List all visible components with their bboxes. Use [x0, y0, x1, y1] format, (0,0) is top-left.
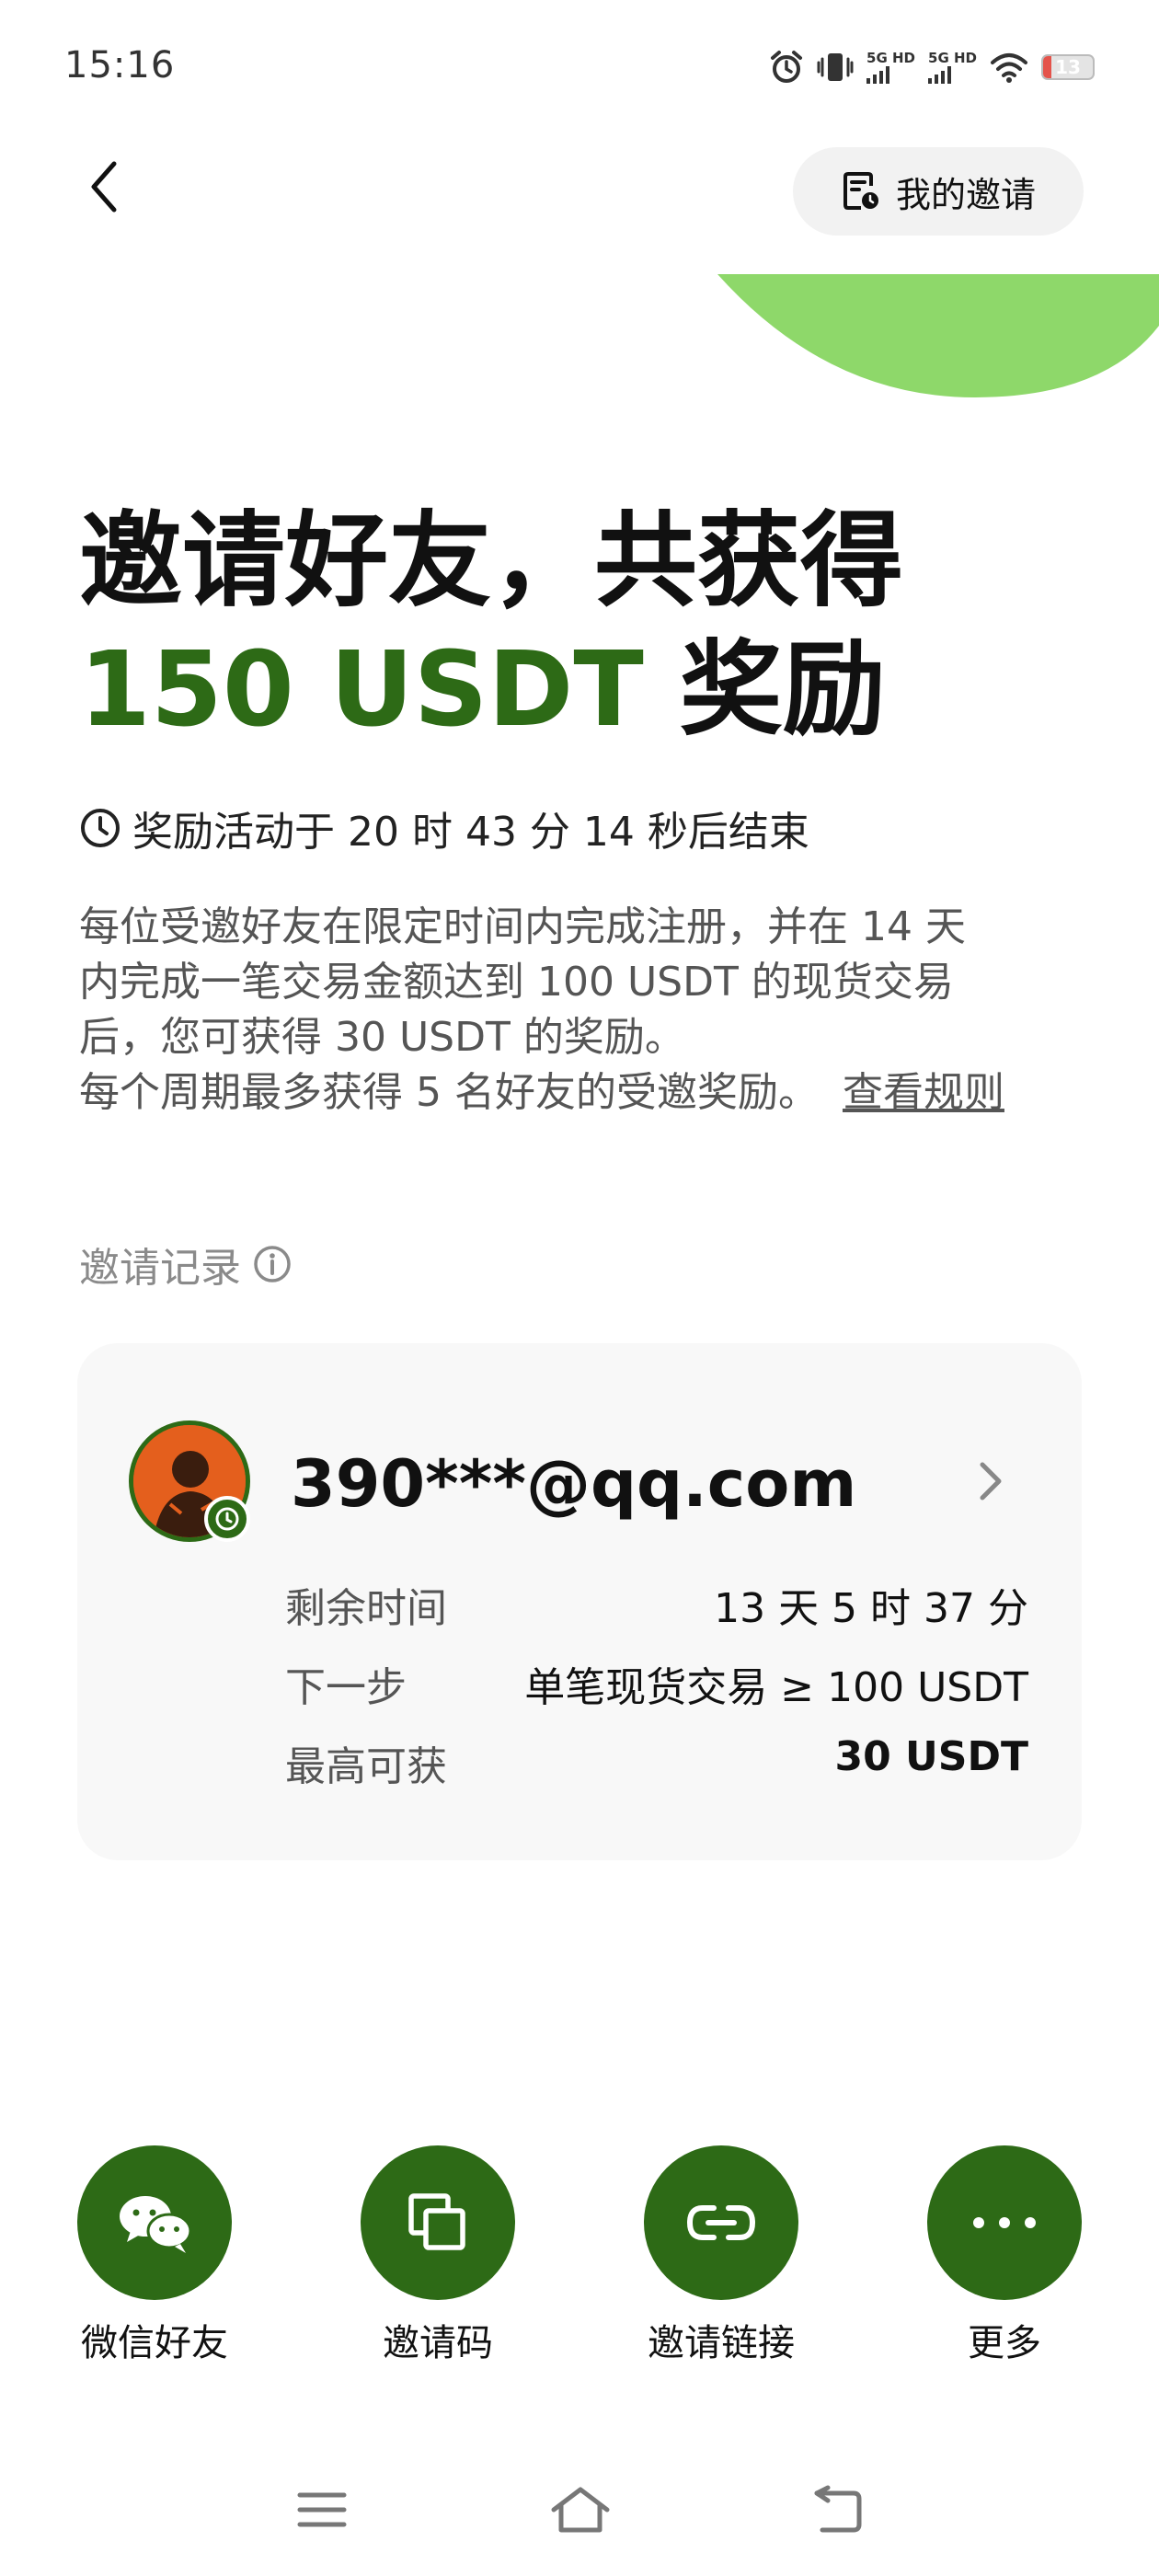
home-nav-button[interactable]	[548, 2484, 613, 2536]
next-step-value: 单笔现货交易 ≥ 100 USDT	[524, 1664, 1028, 1711]
decorative-blob	[717, 274, 1159, 397]
link-icon	[686, 2205, 756, 2240]
status-time: 15:16	[64, 44, 176, 86]
info-icon[interactable]	[252, 1244, 293, 1284]
share-wechat-button[interactable]: 微信好友	[77, 2145, 232, 2366]
my-invites-label: 我的邀请	[895, 174, 1036, 215]
title-line-1: 邀请好友，共获得	[79, 501, 903, 621]
more-icon	[973, 2217, 1036, 2228]
share-invite-code-button[interactable]: 邀请码	[361, 2145, 515, 2366]
signal-icon: 5G HD	[866, 51, 915, 84]
countdown: 奖励活动于 20 时 43 分 14 秒后结束	[79, 799, 809, 857]
signal-icon: 5G HD	[928, 51, 977, 84]
clock-icon	[81, 809, 120, 847]
invite-record-icon	[843, 172, 878, 210]
share-invite-link-label: 邀请链接	[648, 2322, 795, 2364]
max-reward-value: 30 USDT	[834, 1733, 1028, 1780]
wechat-icon	[120, 2196, 192, 2253]
share-more-label: 更多	[968, 2322, 1041, 2364]
countdown-text: 奖励活动于 20 时 43 分 14 秒后结束	[132, 809, 809, 856]
share-invite-link-button[interactable]: 邀请链接	[644, 2145, 798, 2366]
copy-icon	[408, 2193, 465, 2250]
vibrate-icon	[817, 53, 854, 81]
chevron-right-icon[interactable]	[975, 1455, 1008, 1507]
pending-clock-icon	[204, 1496, 250, 1542]
page-title: 邀请好友，共获得 150 USDT 奖励	[79, 497, 903, 754]
remaining-time-label: 剩余时间	[285, 1585, 447, 1632]
records-title: 邀请记录	[79, 1235, 293, 1294]
menu-icon	[297, 2492, 347, 2527]
records-title-text: 邀请记录	[79, 1245, 241, 1292]
invitee-email: 390***@qq.com	[291, 1446, 857, 1522]
share-invite-code-label: 邀请码	[383, 2322, 493, 2364]
battery-icon: 13	[1041, 54, 1095, 80]
reward-suffix: 奖励	[679, 630, 886, 750]
back-arrow-icon	[814, 2485, 862, 2533]
description: 每位受邀好友在限定时间内完成注册，并在 14 天 内完成一笔交易金额达到 100…	[79, 903, 1004, 1116]
share-wechat-label: 微信好友	[81, 2322, 228, 2364]
status-icons: 5G HD 5G HD 13	[769, 50, 1095, 85]
back-button[interactable]	[77, 155, 132, 219]
chevron-left-icon	[91, 161, 117, 213]
share-more-button[interactable]: 更多	[927, 2145, 1082, 2366]
wifi-icon	[991, 53, 1027, 83]
back-nav-button[interactable]	[809, 2484, 865, 2536]
reward-amount: 150 USDT	[79, 630, 644, 750]
remaining-time-value: 13 天 5 时 37 分	[714, 1585, 1028, 1632]
my-invites-button[interactable]: 我的邀请	[793, 147, 1084, 236]
view-rules-link[interactable]: 查看规则	[843, 1069, 1004, 1116]
title-line-2: 150 USDT 奖励	[79, 626, 903, 754]
max-reward-label: 最高可获	[285, 1743, 447, 1790]
next-step-label: 下一步	[285, 1664, 407, 1711]
menu-nav-button[interactable]	[294, 2484, 350, 2536]
alarm-icon	[771, 51, 803, 83]
home-icon	[551, 2487, 610, 2533]
